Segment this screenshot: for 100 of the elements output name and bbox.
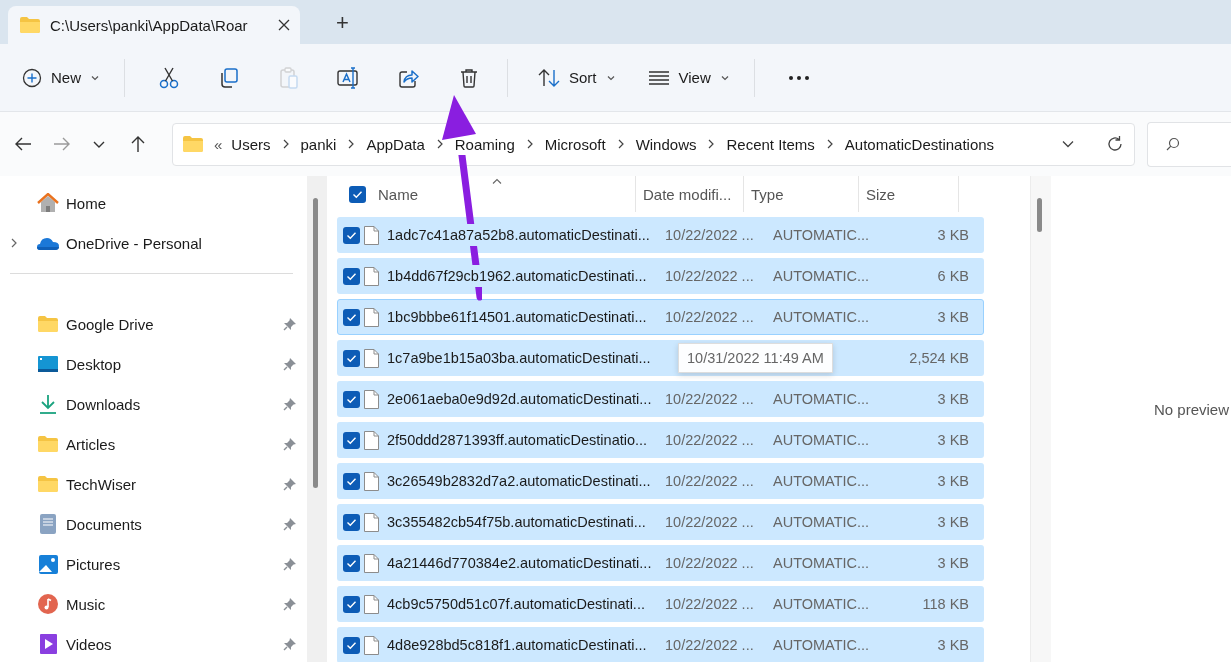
- breadcrumb[interactable]: Roaming: [454, 135, 515, 153]
- file-row[interactable]: 2f50ddd2871393ff.automaticDestinatio... 10/22/2022 ... AUTOMATIC... 3 KB: [337, 422, 984, 458]
- new-button[interactable]: New: [14, 57, 108, 98]
- sidebar-item[interactable]: Documents: [0, 504, 307, 544]
- date-cell: 10/22/2022 ...: [665, 227, 754, 243]
- refresh-icon[interactable]: [1106, 135, 1124, 153]
- checkbox[interactable]: [343, 636, 360, 654]
- pin-icon[interactable]: [283, 637, 297, 651]
- pin-icon[interactable]: [283, 437, 297, 451]
- type-cell: AUTOMATIC...: [773, 514, 870, 530]
- column-header[interactable]: Size: [859, 176, 959, 212]
- file-icon: [364, 307, 379, 327]
- checkbox[interactable]: [343, 226, 360, 244]
- checkbox[interactable]: [343, 390, 360, 408]
- view-lines-icon: [647, 70, 670, 85]
- file-icon: [364, 348, 379, 368]
- scrollbar[interactable]: [307, 176, 327, 662]
- type-cell: AUTOMATIC...: [773, 391, 870, 407]
- pin-icon[interactable]: [283, 357, 297, 371]
- file-name: 2f50ddd2871393ff.automaticDestinatio...: [387, 432, 649, 448]
- pin-icon[interactable]: [283, 397, 297, 411]
- column-header[interactable]: Date modifi...: [636, 176, 744, 212]
- file-row[interactable]: 4cb9c5750d51c07f.automaticDestinati... 10/22/2022 ... AUTOMATIC... 118 KB: [337, 586, 984, 622]
- checkbox[interactable]: [349, 185, 366, 203]
- file-row[interactable]: 3c355482cb54f75b.automaticDestinati... 10/22/2022 ... AUTOMATIC... 3 KB: [337, 504, 984, 540]
- folder-icon: [183, 136, 203, 152]
- file-row[interactable]: 4d8e928bd5c818f1.automaticDestinati... 10/22/2022 ... AUTOMATIC... 3 KB: [337, 627, 984, 662]
- checkbox[interactable]: [343, 513, 360, 531]
- chevron-right-icon: [347, 139, 356, 149]
- pin-icon[interactable]: [283, 517, 297, 531]
- type-cell: AUTOMATIC...: [773, 473, 870, 489]
- up-button[interactable]: [129, 135, 147, 153]
- sidebar-item[interactable]: Desktop: [0, 344, 307, 384]
- size-cell-text: 3 KB: [936, 473, 969, 489]
- view-button[interactable]: View: [639, 57, 738, 98]
- sidebar-item[interactable]: OneDrive - Personal: [0, 223, 307, 263]
- sidebar-item[interactable]: Pictures: [0, 544, 307, 584]
- sort-icon: [538, 67, 560, 88]
- pin-icon[interactable]: [283, 557, 297, 571]
- search-field[interactable]: [1147, 121, 1231, 167]
- file-name: 4cb9c5750d51c07f.automaticDestinati...: [387, 596, 646, 612]
- overflow-chevrons[interactable]: «: [214, 135, 223, 153]
- sidebar-item[interactable]: Google Drive: [0, 304, 307, 344]
- breadcrumb[interactable]: Recent Items: [726, 135, 815, 153]
- new-tab-button[interactable]: +: [330, 10, 355, 36]
- sidebar-item[interactable]: Videos: [0, 624, 307, 662]
- checkbox[interactable]: [343, 308, 360, 326]
- address-bar[interactable]: « Users panki AppData Roaming Microsoft Windows Recent Items AutomaticDestinations: [172, 122, 1135, 166]
- sidebar-item[interactable]: Downloads: [0, 384, 307, 424]
- pin-icon[interactable]: [283, 597, 297, 611]
- checkbox[interactable]: [343, 267, 360, 285]
- date-cell: 10/22/2022 ...: [665, 555, 754, 571]
- file-row[interactable]: 1adc7c41a87a52b8.automaticDestinati... 10/22/2022 ... AUTOMATIC... 3 KB: [337, 217, 984, 253]
- share-icon: [399, 67, 419, 88]
- checkbox[interactable]: [343, 472, 360, 490]
- preview-message: No preview: [1154, 400, 1230, 418]
- sidebar-item[interactable]: TechWiser: [0, 464, 307, 504]
- file-name: 3c26549b2832d7a2.automaticDestinati...: [387, 473, 652, 489]
- breadcrumb[interactable]: AutomaticDestinations: [844, 135, 995, 153]
- column-header[interactable]: Name: [349, 176, 636, 212]
- trash-icon: [460, 67, 478, 88]
- column-header[interactable]: Type: [744, 176, 859, 212]
- checkbox[interactable]: [343, 554, 360, 572]
- tab[interactable]: C:\Users\panki\AppData\Roar: [8, 6, 300, 44]
- sidebar-item[interactable]: Music: [0, 584, 307, 624]
- plus-circle-icon: [22, 67, 42, 88]
- date-cell: 10/22/2022 ...: [665, 309, 754, 325]
- scrollbar[interactable]: [1030, 176, 1051, 662]
- breadcrumb[interactable]: Users: [231, 135, 271, 153]
- checkbox[interactable]: [343, 349, 360, 367]
- expand-chevron-icon[interactable]: [10, 237, 18, 249]
- breadcrumb[interactable]: AppData: [366, 135, 425, 153]
- pin-icon[interactable]: [283, 317, 297, 331]
- folder-icon: [38, 476, 58, 492]
- breadcrumb[interactable]: Windows: [635, 135, 697, 153]
- size-cell-text: 3 KB: [936, 637, 969, 653]
- file-row[interactable]: 1b4dd67f29cb1962.automaticDestinati... 10/22/2022 ... AUTOMATIC... 6 KB: [337, 258, 984, 294]
- close-icon[interactable]: [278, 19, 290, 31]
- file-row[interactable]: 3c26549b2832d7a2.automaticDestinati... 10/22/2022 ... AUTOMATIC... 3 KB: [337, 463, 984, 499]
- checkbox[interactable]: [343, 595, 360, 613]
- chevron-right-icon: [435, 139, 444, 149]
- sidebar-item[interactable]: Home: [0, 183, 307, 223]
- file-name: 4a21446d770384e2.automaticDestinati...: [387, 555, 653, 571]
- file-row[interactable]: 4a21446d770384e2.automaticDestinati... 10/22/2022 ... AUTOMATIC... 3 KB: [337, 545, 984, 581]
- back-button[interactable]: [14, 135, 32, 153]
- sort-button[interactable]: Sort: [530, 57, 624, 98]
- file-row[interactable]: 2e061aeba0e9d92d.automaticDestinati... 10/22/2022 ... AUTOMATIC... 3 KB: [337, 381, 984, 417]
- type-cell: AUTOMATIC...: [773, 268, 870, 284]
- sidebar-item[interactable]: Articles: [0, 424, 307, 464]
- clipboard-icon: [279, 66, 299, 89]
- file-name: 1b4dd67f29cb1962.automaticDestinati...: [387, 268, 648, 284]
- chevron-right-icon: [281, 139, 290, 149]
- checkbox[interactable]: [343, 431, 360, 449]
- document-icon: [40, 514, 56, 534]
- folder-icon: [20, 17, 40, 33]
- search-icon: [1166, 137, 1180, 151]
- file-row[interactable]: 1bc9bbbe61f14501.automaticDestinati... 10/22/2022 ... AUTOMATIC... 3 KB: [337, 299, 984, 335]
- breadcrumb[interactable]: panki: [300, 135, 337, 153]
- pin-icon[interactable]: [283, 477, 297, 491]
- breadcrumb[interactable]: Microsoft: [544, 135, 606, 153]
